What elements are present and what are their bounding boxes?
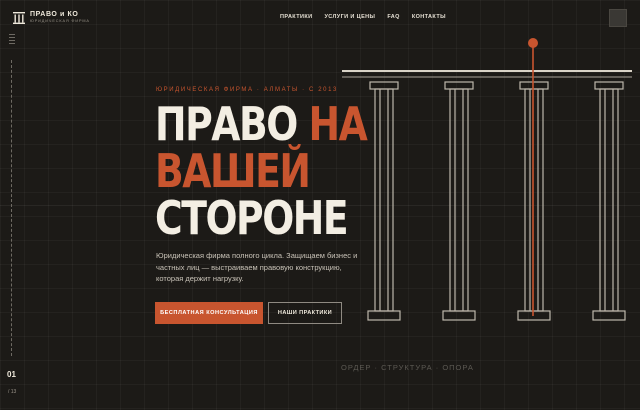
hero-title-word-pravo: ПРАВО [155,97,298,151]
column-2 [442,81,476,321]
column-4 [592,81,626,321]
hero-title: ПРАВО НА ВАШЕЙ СТОРОНЕ [155,101,368,245]
accent-plumb-dot [528,38,538,48]
free-consultation-button[interactable]: БЕСПЛАТНАЯ КОНСУЛЬТАЦИЯ [155,302,263,324]
hero-description: Юридическая фирма полного цикла. Защищае… [156,251,358,283]
illustration-caption: ОРДЕР · СТРУКТУРА · ОПОРА [341,363,474,372]
our-practices-button[interactable]: НАШИ ПРАКТИКИ [268,302,342,324]
hero-title-line-storone: СТОРОНЕ [155,191,349,245]
column-1 [367,81,401,321]
column-3 [517,81,551,321]
hero-eyebrow: ЮРИДИЧЕСКАЯ ФИРМА · АЛМАТЫ · С 2013 [156,87,338,93]
hero-title-line-vashei: ВАШЕЙ [155,144,311,198]
hero-title-word-na: НА [308,97,368,151]
